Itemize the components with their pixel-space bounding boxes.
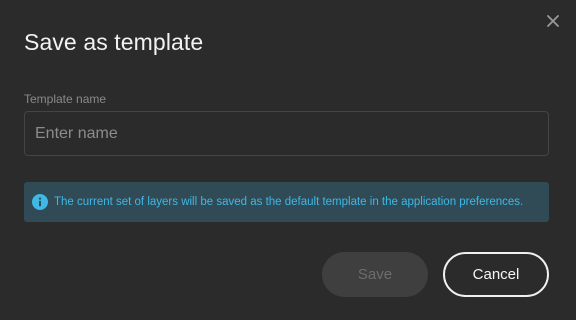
close-icon — [547, 15, 559, 27]
info-icon — [32, 194, 48, 210]
info-message: The current set of layers will be saved … — [54, 195, 524, 208]
template-name-input[interactable] — [24, 111, 549, 156]
dialog-title: Save as template — [24, 29, 204, 55]
close-button[interactable] — [544, 12, 562, 30]
info-banner: The current set of layers will be saved … — [24, 182, 549, 222]
save-button[interactable]: Save — [322, 252, 428, 297]
save-template-dialog: Save as template Template name The curre… — [0, 0, 576, 320]
template-name-label: Template name — [24, 92, 107, 106]
cancel-button[interactable]: Cancel — [443, 252, 549, 297]
